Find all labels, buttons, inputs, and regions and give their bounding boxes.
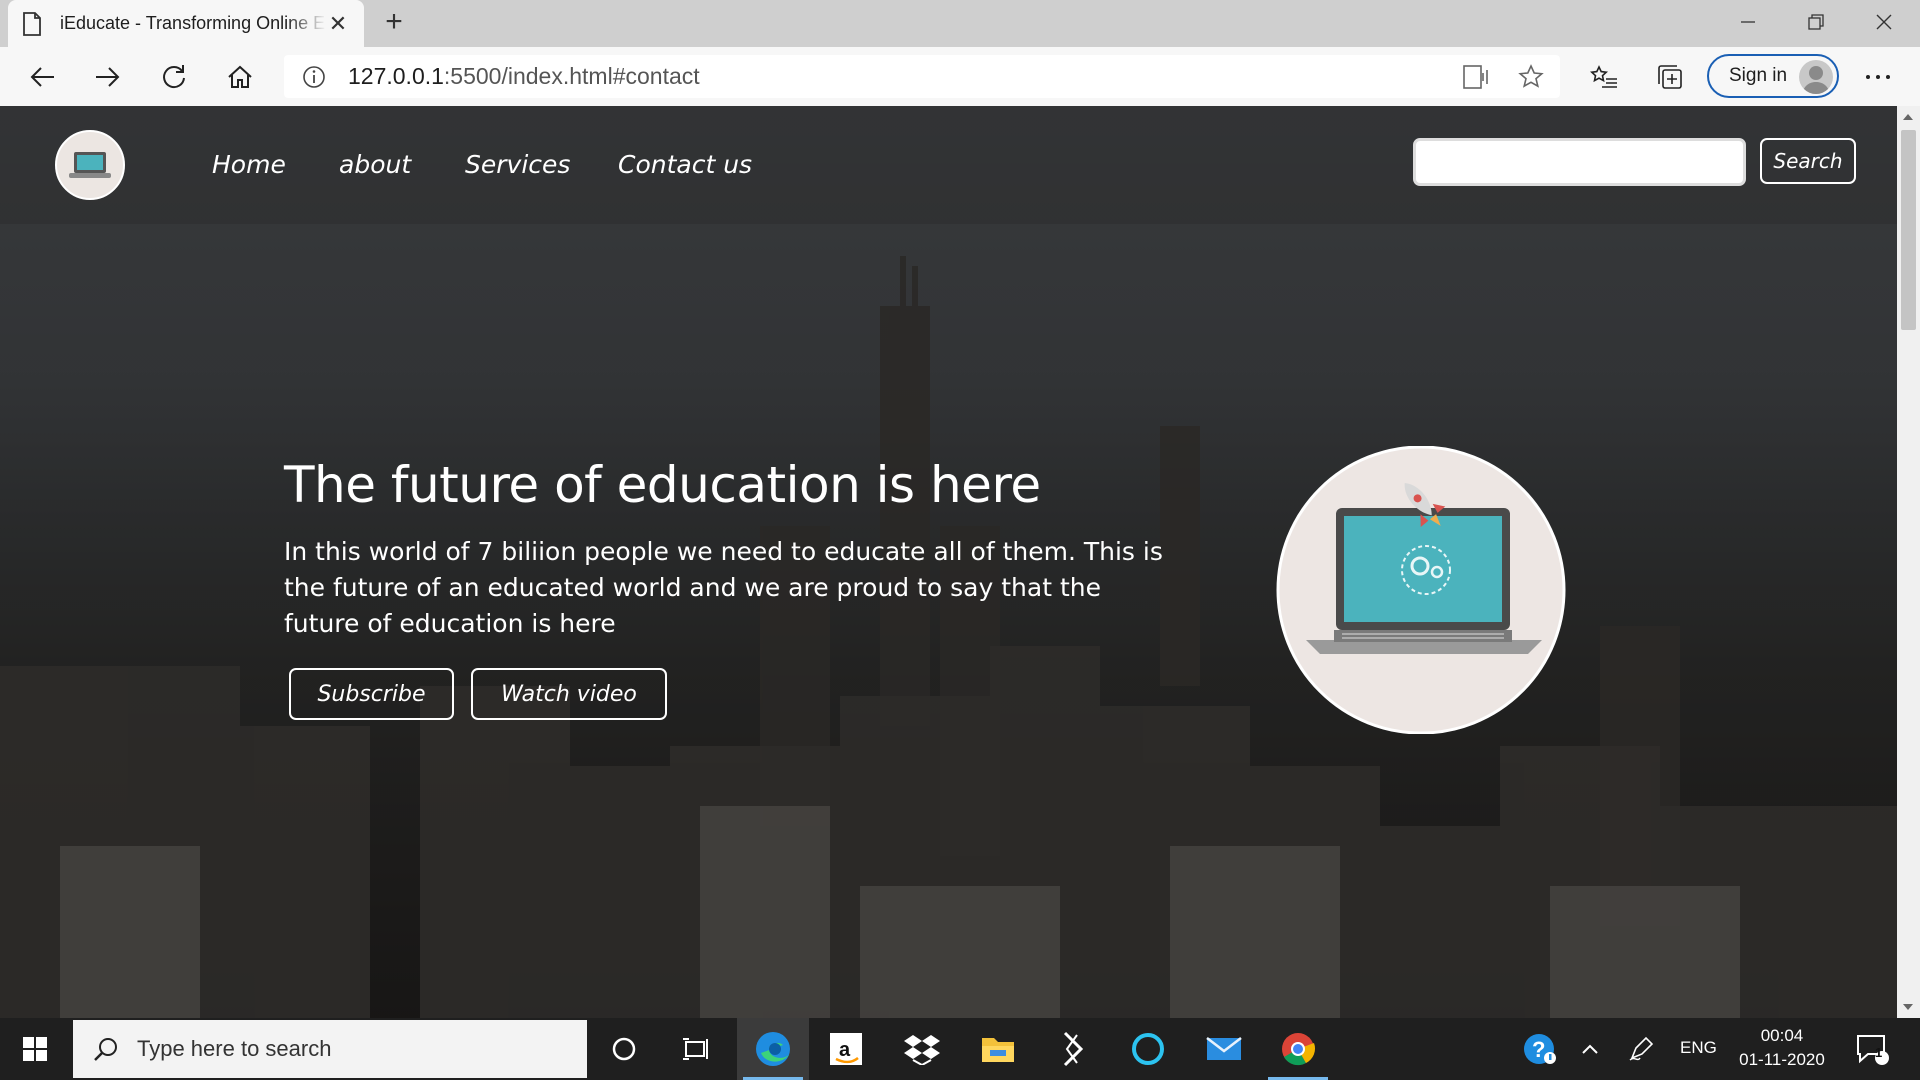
read-aloud-icon[interactable] xyxy=(1462,64,1490,90)
sign-in-label: Sign in xyxy=(1729,65,1788,86)
sign-in-button[interactable]: Sign in xyxy=(1707,54,1839,98)
help-icon[interactable]: ? xyxy=(1504,1018,1576,1080)
alexa-icon[interactable] xyxy=(1112,1018,1184,1080)
url-path: :5500/index.html#contact xyxy=(443,63,700,89)
nav-about[interactable]: about xyxy=(339,150,411,179)
code-editor-icon[interactable] xyxy=(1036,1018,1108,1080)
browser-toolbar: 127.0.0.1:5500/index.html#contact Sign i… xyxy=(0,47,1920,106)
amazon-icon[interactable]: a xyxy=(810,1018,882,1080)
task-view-icon[interactable] xyxy=(660,1018,732,1080)
forward-arrow-icon[interactable] xyxy=(88,57,128,97)
windows-taskbar: Type here to search a ? ENG 00:04 01-11-… xyxy=(0,1018,1920,1080)
windows-start-icon[interactable] xyxy=(0,1018,70,1080)
scroll-down-icon[interactable] xyxy=(1903,1004,1913,1010)
home-icon[interactable] xyxy=(220,57,260,97)
language-indicator[interactable]: ENG xyxy=(1680,1038,1717,1058)
favorites-list-icon[interactable] xyxy=(1584,57,1624,97)
browser-tabstrip: iEducate - Transforming Online Education… xyxy=(0,0,1920,47)
taskbar-search-placeholder: Type here to search xyxy=(137,1036,332,1061)
search-icon xyxy=(94,1038,117,1061)
svg-text:a: a xyxy=(839,1039,851,1061)
url-text[interactable]: 127.0.0.1:5500/index.html#contact xyxy=(348,63,700,90)
hero-title: The future of education is here xyxy=(284,456,1041,514)
file-explorer-icon[interactable] xyxy=(962,1018,1034,1080)
site-search-input[interactable] xyxy=(1413,138,1746,186)
close-window-icon[interactable] xyxy=(1852,0,1916,44)
site-search-button[interactable]: Search xyxy=(1760,138,1856,184)
clock[interactable]: 00:04 01-11-2020 xyxy=(1734,1024,1830,1072)
scrollbar-thumb[interactable] xyxy=(1901,130,1916,330)
site-navbar: Home about Services Contact us Search xyxy=(0,106,1897,224)
back-arrow-icon[interactable] xyxy=(22,57,62,97)
nav-home[interactable]: Home xyxy=(212,150,286,179)
url-host: 127.0.0.1 xyxy=(348,63,444,89)
avatar-icon xyxy=(1799,60,1833,94)
clock-time: 00:04 xyxy=(1760,1026,1804,1045)
minimize-icon[interactable] xyxy=(1716,0,1780,44)
taskbar-search-box[interactable]: Type here to search xyxy=(73,1020,587,1078)
tab-close-icon[interactable]: ✕ xyxy=(326,11,350,37)
browser-tab[interactable]: iEducate - Transforming Online Education… xyxy=(8,0,364,47)
edge-browser-icon[interactable] xyxy=(737,1018,809,1080)
restore-icon[interactable] xyxy=(1784,0,1848,44)
hero-text: In this world of 7 biliion people we nee… xyxy=(284,537,1163,638)
notification-count: 1 xyxy=(1875,1045,1883,1060)
nav-services[interactable]: Services xyxy=(465,150,570,179)
ellipsis-icon[interactable] xyxy=(1858,57,1898,97)
nav-contact[interactable]: Contact us xyxy=(618,150,752,179)
mail-icon[interactable] xyxy=(1188,1018,1260,1080)
new-tab-icon[interactable]: + xyxy=(378,6,410,38)
cortana-circle-icon[interactable] xyxy=(588,1018,660,1080)
chrome-icon[interactable] xyxy=(1262,1018,1334,1080)
pen-icon[interactable] xyxy=(1616,1018,1666,1080)
page-scrollbar[interactable] xyxy=(1897,106,1920,1018)
scroll-up-icon[interactable] xyxy=(1903,114,1913,120)
star-icon[interactable] xyxy=(1518,63,1544,90)
chevron-up-icon[interactable] xyxy=(1570,1018,1610,1080)
dropbox-icon[interactable] xyxy=(886,1018,958,1080)
page-viewport: Home about Services Contact us Search Th… xyxy=(0,106,1897,1018)
document-icon xyxy=(23,11,41,36)
laptop-rocket-illustration xyxy=(1276,446,1566,734)
collections-icon[interactable] xyxy=(1650,57,1690,97)
watch-video-button[interactable]: Watch video xyxy=(471,668,667,720)
site-logo[interactable] xyxy=(55,130,125,200)
refresh-icon[interactable] xyxy=(154,57,194,97)
clock-date: 01-11-2020 xyxy=(1739,1050,1825,1069)
svg-text:?: ? xyxy=(1532,1037,1545,1062)
address-bar[interactable]: 127.0.0.1:5500/index.html#contact xyxy=(284,55,1560,98)
tab-title: iEducate - Transforming Online Education xyxy=(60,13,326,33)
info-icon[interactable] xyxy=(302,65,326,89)
notification-center-icon[interactable]: 1 xyxy=(1842,1018,1902,1080)
subscribe-button[interactable]: Subscribe xyxy=(289,668,454,720)
laptop-logo-icon xyxy=(69,152,111,178)
